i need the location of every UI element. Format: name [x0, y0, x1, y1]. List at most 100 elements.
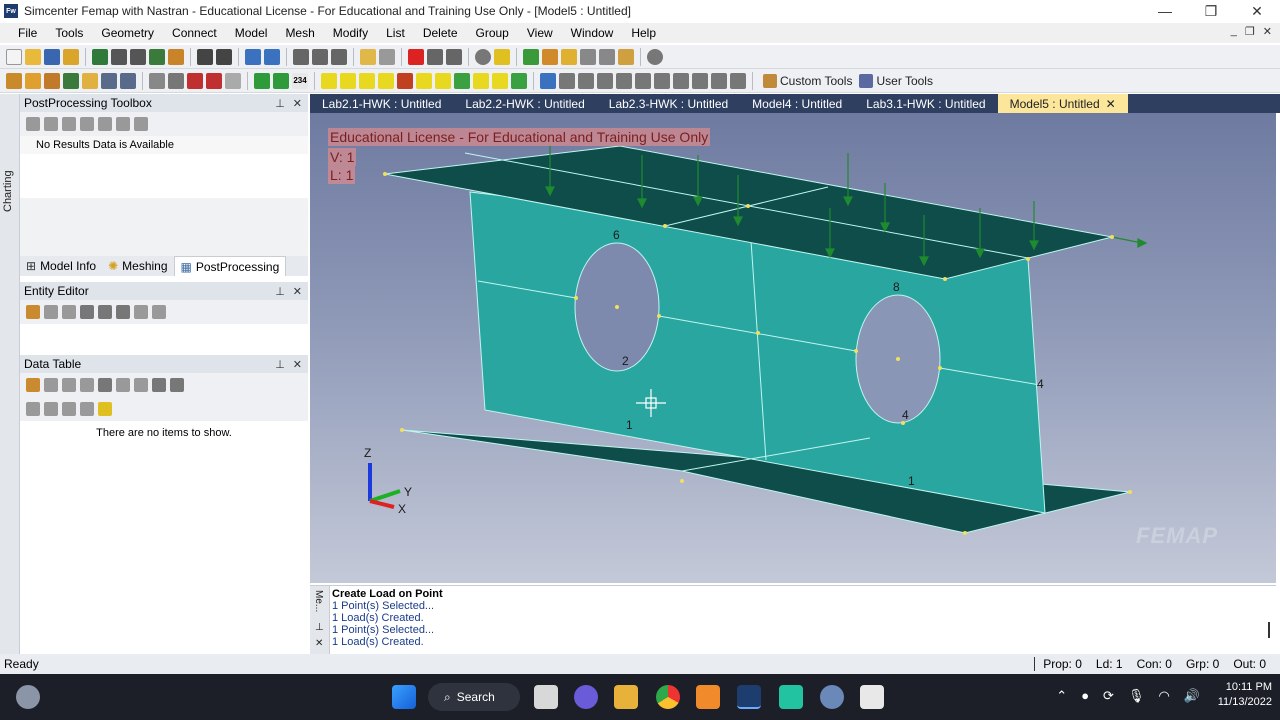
grid-view-icon[interactable]	[120, 72, 136, 89]
sync-icon[interactable]: ⟳	[1103, 688, 1114, 704]
animate-icon[interactable]	[134, 117, 148, 131]
tab-meshing[interactable]: ✺ Meshing	[102, 256, 173, 276]
add-icon[interactable]	[494, 48, 510, 65]
copy-icon[interactable]	[152, 378, 166, 392]
table-icon[interactable]	[101, 72, 117, 89]
select-filter-icon[interactable]	[379, 48, 395, 65]
extrude-icon[interactable]	[692, 72, 708, 89]
list-icon[interactable]	[116, 305, 130, 319]
graphics-viewport[interactable]: 6 2 8 4 1 1 4 Z Y X Educational License …	[310, 113, 1276, 583]
mesh-icon[interactable]	[254, 72, 270, 89]
menu-connect[interactable]: Connect	[163, 26, 226, 40]
save-icon[interactable]	[44, 48, 60, 65]
cancel-icon[interactable]	[647, 48, 663, 65]
doc-tab-model5[interactable]: Model5 : Untitled ✕	[997, 94, 1128, 113]
file-explorer-icon[interactable]	[614, 685, 638, 709]
menu-geometry[interactable]: Geometry	[92, 26, 163, 40]
menu-window[interactable]: Window	[562, 26, 623, 40]
app-icon[interactable]	[779, 685, 803, 709]
show-icon[interactable]	[116, 378, 130, 392]
tab-postprocessing[interactable]: ▦ PostProcessing	[173, 256, 287, 276]
grid-icon[interactable]	[599, 48, 615, 65]
view-style-icon[interactable]	[312, 48, 328, 65]
filter-clear-icon[interactable]	[80, 402, 94, 416]
lock-icon[interactable]	[26, 378, 40, 392]
save-icon[interactable]	[170, 378, 184, 392]
import-icon[interactable]	[152, 305, 166, 319]
user-tools-menu[interactable]: User Tools	[859, 73, 933, 88]
mdi-close-button[interactable]: ✕	[1263, 25, 1272, 38]
workplane-icon[interactable]	[168, 48, 184, 65]
add-rows-icon[interactable]	[44, 378, 58, 392]
scale-icon[interactable]	[654, 72, 670, 89]
revolve-icon[interactable]	[711, 72, 727, 89]
clock[interactable]: 10:11 PM 11/13/2022	[1218, 680, 1272, 710]
pick-icon[interactable]	[427, 48, 443, 65]
undo-icon[interactable]	[197, 48, 213, 65]
categorize-icon[interactable]	[80, 305, 94, 319]
select-icon[interactable]	[225, 72, 241, 89]
doc-tab-model4[interactable]: Model4 : Untitled	[740, 94, 854, 113]
group-icon[interactable]	[580, 48, 596, 65]
load-point-icon[interactable]	[492, 72, 508, 89]
layer-icon[interactable]	[44, 72, 60, 89]
minimize-button[interactable]: —	[1142, 0, 1188, 22]
geometry-icon[interactable]	[523, 48, 539, 65]
close-panel-icon[interactable]: ✕	[293, 97, 302, 110]
grid-icon[interactable]	[98, 117, 112, 131]
messages-scrollbar[interactable]	[1268, 622, 1270, 638]
load-surface-icon[interactable]	[473, 72, 489, 89]
tile-views-icon[interactable]	[111, 48, 127, 65]
doc-tab-lab3-1[interactable]: Lab3.1-HWK : Untitled	[854, 94, 997, 113]
highlight-icon[interactable]	[98, 402, 112, 416]
hide-icon[interactable]	[134, 378, 148, 392]
load-edge-icon[interactable]	[435, 72, 451, 89]
export-icon[interactable]	[134, 305, 148, 319]
material-icon[interactable]	[6, 72, 22, 89]
snipping-tool-icon[interactable]	[860, 685, 884, 709]
doc-tab-lab2-2[interactable]: Lab2.2-HWK : Untitled	[453, 94, 596, 113]
remove-rows-icon[interactable]	[62, 378, 76, 392]
model-graphics[interactable]: 6 2 8 4 1 1 4 Z Y X	[310, 113, 1276, 583]
sweep-icon[interactable]	[730, 72, 746, 89]
rotate-icon[interactable]	[245, 48, 261, 65]
numbering-icon[interactable]: 234	[292, 72, 308, 89]
close-button[interactable]: ✕	[1234, 0, 1280, 22]
restore-button[interactable]: ❐	[1188, 0, 1234, 22]
eraser-icon[interactable]	[561, 48, 577, 65]
charting-tab[interactable]: Charting	[2, 152, 14, 212]
distribute-icon[interactable]	[559, 72, 575, 89]
lock-icon[interactable]	[26, 305, 40, 319]
cube-icon[interactable]	[331, 48, 347, 65]
pencil-icon[interactable]	[542, 48, 558, 65]
align-icon[interactable]	[540, 72, 556, 89]
doc-tab-lab2-3[interactable]: Lab2.3-HWK : Untitled	[597, 94, 740, 113]
list-icon[interactable]	[293, 48, 309, 65]
moment-icon[interactable]	[340, 72, 356, 89]
function-icon[interactable]	[82, 72, 98, 89]
rotate-entity-icon[interactable]	[635, 72, 651, 89]
close-tab-icon[interactable]: ✕	[1106, 97, 1116, 111]
filter-add-icon[interactable]	[44, 402, 58, 416]
scissors-icon[interactable]	[149, 72, 165, 89]
femap-taskbar-icon[interactable]	[737, 685, 761, 709]
snap-icon[interactable]	[475, 48, 491, 65]
check-icon[interactable]	[454, 72, 470, 89]
messages-tab[interactable]: Me...	[313, 590, 324, 612]
antivirus-icon[interactable]: ●	[1081, 688, 1089, 704]
pointer-icon[interactable]	[446, 48, 462, 65]
move-icon[interactable]	[616, 72, 632, 89]
custom-tools-menu[interactable]: Custom Tools	[763, 73, 852, 88]
deform-icon[interactable]	[62, 117, 76, 131]
layout-icon[interactable]	[149, 48, 165, 65]
menu-file[interactable]: File	[0, 26, 46, 40]
pin-icon[interactable]: ⊥	[275, 97, 285, 110]
doc-tab-lab2-1[interactable]: Lab2.1-HWK : Untitled	[310, 94, 453, 113]
close-panel-icon[interactable]: ✕	[315, 638, 323, 649]
app-icon[interactable]	[696, 685, 720, 709]
constraint-icon[interactable]	[397, 72, 413, 89]
pan-icon[interactable]	[264, 48, 280, 65]
chevron-up-icon[interactable]: ⌃	[1056, 688, 1067, 704]
brush-icon[interactable]	[618, 48, 634, 65]
tab-model-info[interactable]: ⊞ Model Info	[20, 256, 102, 276]
